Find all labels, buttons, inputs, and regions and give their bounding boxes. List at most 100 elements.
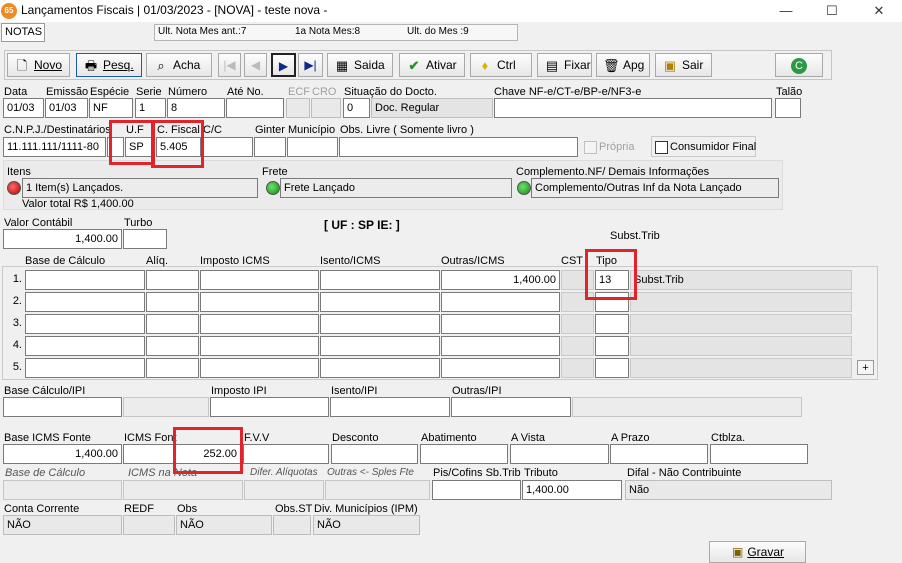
- frete-field[interactable]: Frete Lançado: [280, 178, 512, 198]
- grid-base-cell[interactable]: [25, 358, 145, 378]
- ctblza-field[interactable]: [710, 444, 808, 464]
- grid-imposto-cell[interactable]: [200, 292, 319, 312]
- grid-tipo-cell[interactable]: [595, 292, 629, 312]
- grid-isento-cell[interactable]: [320, 314, 440, 334]
- propria-checkbox-group[interactable]: Própria: [582, 137, 648, 157]
- obs-st-field[interactable]: [273, 515, 311, 535]
- cnpj-field[interactable]: 11.111.111/1111-80: [3, 137, 106, 157]
- minimize-button[interactable]: —: [763, 0, 809, 22]
- grid-cst-cell[interactable]: [561, 336, 594, 356]
- talao-field[interactable]: [775, 98, 801, 118]
- cc-field[interactable]: [202, 137, 253, 157]
- difal-field[interactable]: Não: [625, 480, 832, 500]
- outras-ipi-field[interactable]: [451, 397, 571, 417]
- complemento-field[interactable]: Complemento/Outras Inf da Nota Lançado: [531, 178, 779, 198]
- pesq-button[interactable]: 🖶 Pesq.: [76, 53, 142, 77]
- serie-field[interactable]: 1: [135, 98, 166, 118]
- consumidor-final-checkbox[interactable]: [655, 141, 668, 154]
- a-prazo-field[interactable]: [610, 444, 708, 464]
- uf-field[interactable]: SP: [125, 137, 153, 157]
- grid-cst-cell[interactable]: [561, 270, 594, 290]
- cnpj-extra-field[interactable]: [107, 137, 124, 157]
- previous-record-button[interactable]: ◀: [244, 53, 267, 77]
- grid-imposto-cell[interactable]: [200, 358, 319, 378]
- grid-tipo-cell[interactable]: 13: [595, 270, 629, 290]
- a-vista-field[interactable]: [510, 444, 609, 464]
- grid-aliq-cell[interactable]: [146, 358, 199, 378]
- complemento-status-icon[interactable]: [517, 181, 531, 195]
- grid-cst-cell[interactable]: [561, 314, 594, 334]
- grid-outras-cell[interactable]: [441, 336, 560, 356]
- tab-notas[interactable]: NOTAS: [1, 23, 45, 42]
- grid-isento-cell[interactable]: [320, 270, 440, 290]
- grid-cst-cell[interactable]: [561, 292, 594, 312]
- acha-button[interactable]: ⌕ Acha: [146, 53, 212, 77]
- grid-outras-cell[interactable]: 1,400.00: [441, 270, 560, 290]
- maximize-button[interactable]: ☐: [809, 0, 855, 22]
- cfiscal-field[interactable]: 5.405: [156, 137, 201, 157]
- grid-aliq-cell[interactable]: [146, 270, 199, 290]
- grid-base-cell[interactable]: [25, 270, 145, 290]
- itens-status-icon[interactable]: [7, 181, 21, 195]
- last-record-button[interactable]: ▶|: [298, 53, 323, 77]
- obs-field[interactable]: NÃO: [176, 515, 272, 535]
- propria-checkbox[interactable]: [584, 141, 597, 154]
- icms-fonte-field[interactable]: 252.00: [123, 444, 241, 464]
- grid-tipo-cell[interactable]: [595, 314, 629, 334]
- next-record-button[interactable]: ▶: [271, 53, 296, 77]
- itens-field[interactable]: 1 Item(s) Lançados.: [22, 178, 258, 198]
- obs-livre-field[interactable]: [339, 137, 578, 157]
- novo-button[interactable]: 🗋 Novo: [7, 53, 70, 77]
- conta-corrente-field[interactable]: NÃO: [3, 515, 122, 535]
- valor-contabil-field[interactable]: 1,400.00: [3, 229, 122, 249]
- apg-button[interactable]: 🗑 Apg: [596, 53, 650, 77]
- grid-cst-cell[interactable]: [561, 358, 594, 378]
- grid-isento-cell[interactable]: [320, 292, 440, 312]
- pis-cofins-field[interactable]: [432, 480, 521, 500]
- base-icms-fonte-field[interactable]: 1,400.00: [3, 444, 122, 464]
- first-record-button[interactable]: |◀: [218, 53, 241, 77]
- base-ipi-field[interactable]: [3, 397, 122, 417]
- fixar-button[interactable]: ▤ Fixar: [537, 53, 592, 77]
- refresh-button[interactable]: C: [775, 53, 823, 77]
- div-municipios-field[interactable]: NÃO: [313, 515, 420, 535]
- grid-imposto-cell[interactable]: [200, 314, 319, 334]
- close-button[interactable]: ✕: [856, 0, 902, 22]
- grid-isento-cell[interactable]: [320, 336, 440, 356]
- ginter-field[interactable]: [254, 137, 286, 157]
- grid-outras-cell[interactable]: [441, 358, 560, 378]
- redf-field[interactable]: [123, 515, 175, 535]
- imposto-ipi-field[interactable]: [210, 397, 329, 417]
- grid-base-cell[interactable]: [25, 292, 145, 312]
- grid-imposto-cell[interactable]: [200, 270, 319, 290]
- tributo-field[interactable]: 1,400.00: [522, 480, 622, 500]
- grid-outras-cell[interactable]: [441, 314, 560, 334]
- especie-field[interactable]: NF: [89, 98, 133, 118]
- grid-tipo-cell[interactable]: [595, 358, 629, 378]
- saida-button[interactable]: ▦ Saida: [327, 53, 393, 77]
- desconto-field[interactable]: [331, 444, 418, 464]
- grid-aliq-cell[interactable]: [146, 336, 199, 356]
- grid-base-cell[interactable]: [25, 336, 145, 356]
- grid-base-cell[interactable]: [25, 314, 145, 334]
- add-row-button[interactable]: +: [857, 360, 874, 375]
- data-field[interactable]: 01/03: [3, 98, 44, 118]
- grid-outras-cell[interactable]: [441, 292, 560, 312]
- grid-aliq-cell[interactable]: [146, 292, 199, 312]
- numero-field[interactable]: 8: [167, 98, 225, 118]
- situacao-code-field[interactable]: 0: [343, 98, 370, 118]
- chave-field[interactable]: [494, 98, 772, 118]
- sair-button[interactable]: ▣ Sair: [655, 53, 712, 77]
- abatimento-field[interactable]: [420, 444, 508, 464]
- isento-ipi-field[interactable]: [330, 397, 450, 417]
- grid-imposto-cell[interactable]: [200, 336, 319, 356]
- emissao-field[interactable]: 01/03: [45, 98, 88, 118]
- fvv-field[interactable]: [243, 444, 329, 464]
- grid-tipo-cell[interactable]: [595, 336, 629, 356]
- turbo-field[interactable]: [123, 229, 167, 249]
- ate-no-field[interactable]: [226, 98, 284, 118]
- ctrl-button[interactable]: ♦ Ctrl: [470, 53, 532, 77]
- gravar-button[interactable]: ▣ Gravar: [709, 541, 806, 563]
- frete-status-icon[interactable]: [266, 181, 280, 195]
- municipio-field[interactable]: [287, 137, 338, 157]
